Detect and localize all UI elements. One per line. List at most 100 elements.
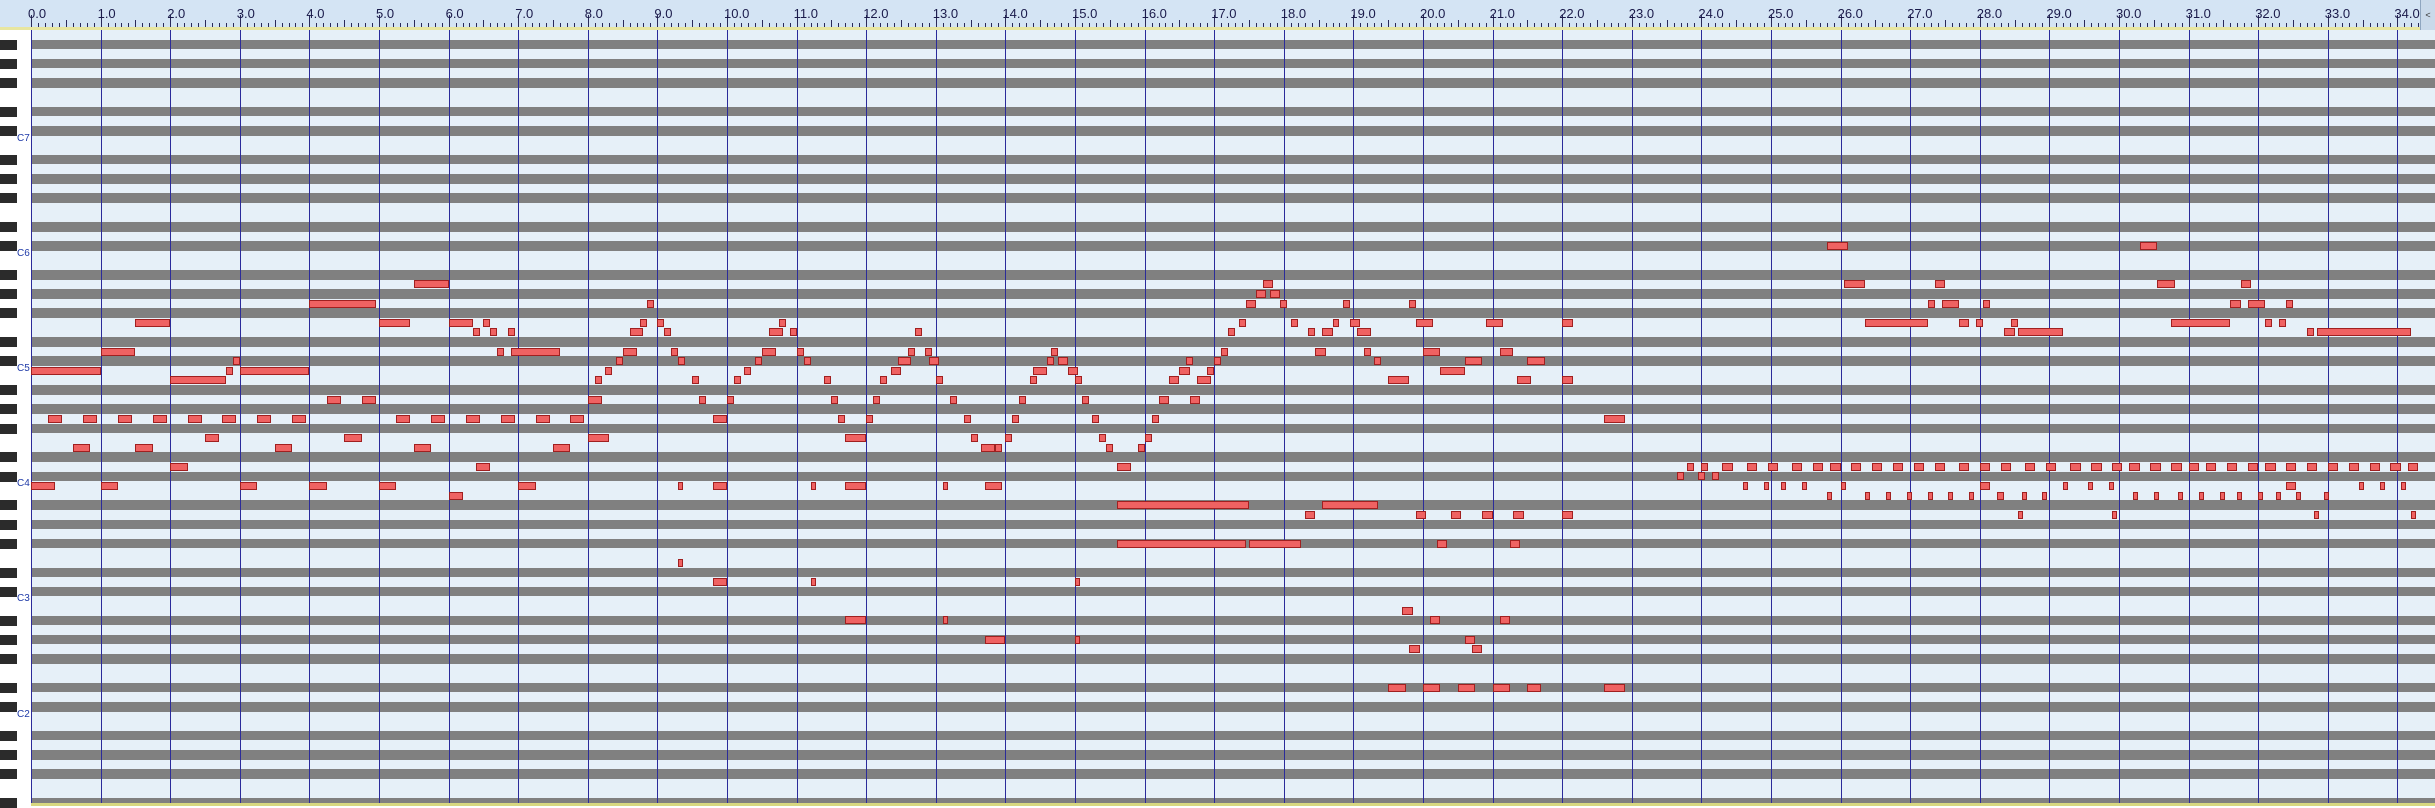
- note[interactable]: [678, 482, 684, 490]
- note[interactable]: [1485, 318, 1504, 327]
- note[interactable]: [83, 414, 98, 423]
- note[interactable]: [1075, 376, 1082, 385]
- note[interactable]: [2171, 462, 2182, 471]
- note[interactable]: [448, 318, 473, 327]
- note[interactable]: [1746, 462, 1758, 471]
- note[interactable]: [1322, 501, 1378, 510]
- note[interactable]: [1092, 414, 1100, 423]
- black-key-lane[interactable]: [31, 337, 2435, 347]
- black-key[interactable]: [0, 106, 17, 117]
- black-key-lane[interactable]: [31, 654, 2435, 664]
- note[interactable]: [1983, 299, 1991, 308]
- note[interactable]: [657, 318, 665, 327]
- black-key-lane[interactable]: [31, 634, 2435, 645]
- note[interactable]: [727, 395, 734, 404]
- white-key-lane[interactable]: [31, 250, 2435, 261]
- note[interactable]: [2004, 328, 2015, 337]
- note[interactable]: [942, 616, 948, 625]
- note[interactable]: [1516, 376, 1531, 385]
- note[interactable]: [2306, 328, 2314, 337]
- note[interactable]: [2045, 462, 2057, 471]
- black-key-lane[interactable]: [31, 471, 2435, 482]
- white-key-lane[interactable]: [31, 433, 2435, 443]
- white-key-lane[interactable]: [31, 279, 2435, 290]
- black-key[interactable]: [0, 356, 17, 367]
- black-key-lane[interactable]: [31, 126, 2435, 136]
- black-key[interactable]: [0, 538, 17, 549]
- piano-roll-grid[interactable]: [31, 30, 2435, 806]
- note[interactable]: [2112, 462, 2123, 471]
- note[interactable]: [810, 482, 816, 490]
- black-key[interactable]: [0, 241, 17, 252]
- note[interactable]: [1436, 539, 1448, 548]
- note[interactable]: [754, 357, 762, 366]
- white-key-lane[interactable]: [31, 366, 2435, 376]
- note[interactable]: [2108, 482, 2114, 490]
- note[interactable]: [605, 366, 613, 375]
- note[interactable]: [2324, 491, 2330, 500]
- note[interactable]: [1075, 635, 1080, 644]
- note[interactable]: [796, 347, 804, 356]
- black-key-lane[interactable]: [31, 241, 2435, 251]
- white-key-lane[interactable]: [31, 135, 2435, 146]
- note[interactable]: [692, 376, 700, 385]
- note[interactable]: [810, 578, 816, 586]
- note[interactable]: [1603, 683, 1625, 692]
- note[interactable]: [1927, 491, 1933, 500]
- note[interactable]: [239, 366, 310, 375]
- note[interactable]: [1304, 510, 1316, 519]
- note[interactable]: [1057, 357, 1069, 366]
- note[interactable]: [379, 318, 411, 327]
- note[interactable]: [1722, 462, 1733, 471]
- note[interactable]: [699, 395, 707, 404]
- black-key[interactable]: [0, 471, 17, 482]
- note[interactable]: [713, 482, 727, 490]
- note[interactable]: [553, 443, 571, 452]
- note[interactable]: [1047, 357, 1055, 366]
- black-key[interactable]: [0, 769, 17, 780]
- black-key-lane[interactable]: [31, 174, 2435, 184]
- note[interactable]: [1106, 443, 1114, 452]
- note[interactable]: [2070, 462, 2081, 471]
- note[interactable]: [2258, 491, 2264, 500]
- note[interactable]: [100, 347, 136, 356]
- note[interactable]: [2407, 462, 2419, 471]
- note[interactable]: [866, 414, 874, 423]
- note[interactable]: [1471, 645, 1483, 654]
- black-key[interactable]: [0, 634, 17, 645]
- note[interactable]: [2129, 462, 2140, 471]
- white-key-lane[interactable]: [31, 625, 2435, 635]
- note[interactable]: [2025, 462, 2036, 471]
- note[interactable]: [2178, 491, 2184, 500]
- black-key[interactable]: [0, 154, 17, 165]
- note[interactable]: [2091, 462, 2102, 471]
- note[interactable]: [2188, 462, 2200, 471]
- note[interactable]: [1826, 491, 1832, 500]
- white-key-lane[interactable]: [31, 558, 2435, 568]
- white-key-lane[interactable]: [31, 721, 2435, 731]
- note[interactable]: [1207, 366, 1215, 375]
- note[interactable]: [984, 635, 1006, 644]
- black-key[interactable]: [0, 567, 17, 578]
- note[interactable]: [535, 414, 550, 423]
- note[interactable]: [1349, 318, 1361, 327]
- black-key-lane[interactable]: [31, 58, 2435, 69]
- white-key-lane[interactable]: [31, 183, 2435, 194]
- note[interactable]: [1374, 357, 1382, 366]
- black-key-lane[interactable]: [31, 452, 2435, 462]
- note[interactable]: [1864, 318, 1928, 327]
- white-key-lane[interactable]: [31, 596, 2435, 606]
- note[interactable]: [1464, 357, 1483, 366]
- black-key[interactable]: [0, 500, 17, 511]
- note[interactable]: [1019, 395, 1027, 404]
- note[interactable]: [1499, 347, 1514, 356]
- black-key[interactable]: [0, 222, 17, 232]
- white-key-lane[interactable]: [31, 788, 2435, 798]
- note[interactable]: [2317, 328, 2412, 337]
- note[interactable]: [232, 357, 240, 366]
- note[interactable]: [1214, 357, 1222, 366]
- note[interactable]: [1562, 318, 1573, 327]
- note[interactable]: [1840, 482, 1846, 490]
- white-key-lane[interactable]: [31, 394, 2435, 405]
- note[interactable]: [2157, 280, 2175, 289]
